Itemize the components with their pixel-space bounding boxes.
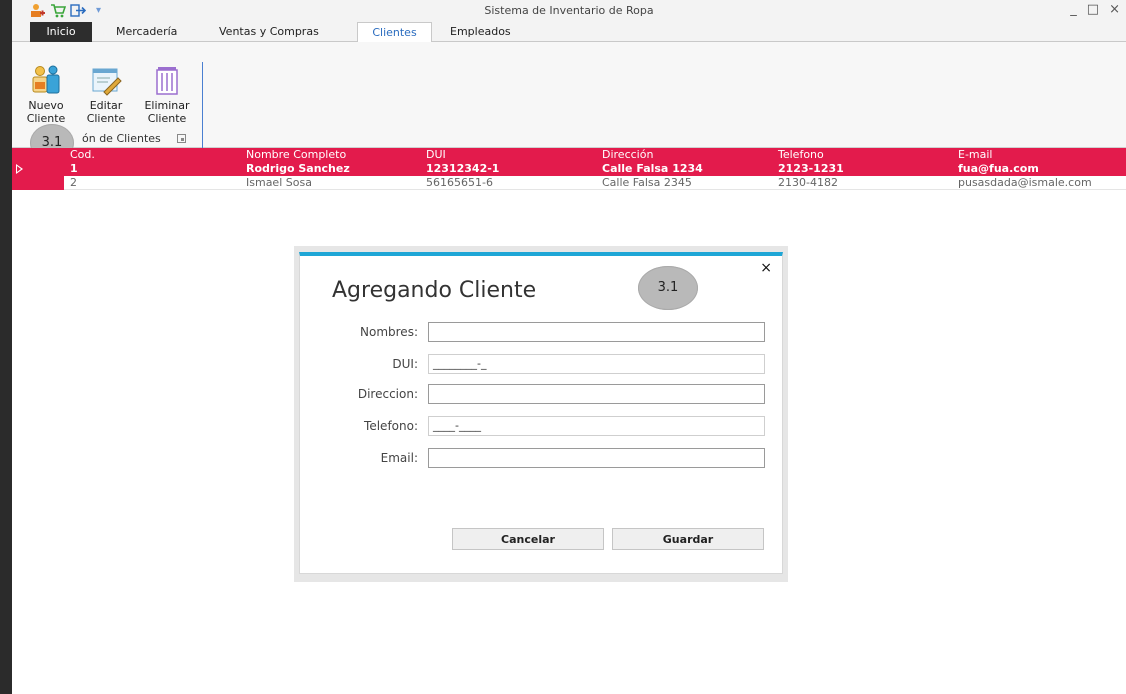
editar-cliente-button[interactable]: Editar Cliente: [86, 64, 126, 125]
row-indicator: [12, 176, 64, 190]
maximize-button[interactable]: □: [1087, 2, 1099, 17]
nombres-label: Nombres:: [360, 325, 418, 339]
eliminar-label-line2: Cliente: [147, 112, 187, 125]
tab-ventas-y-compras[interactable]: Ventas y Compras: [209, 22, 329, 42]
field-row-nombres: Nombres:: [300, 322, 784, 344]
eliminar-cliente-button[interactable]: Eliminar Cliente: [142, 64, 192, 125]
cell-direccion[interactable]: Calle Falsa 1234: [602, 162, 703, 176]
clients-grid: Cod. Nombre Completo DUI Dirección Telef…: [12, 148, 1126, 190]
nuevo-label-line2: Cliente: [26, 112, 66, 125]
field-row-direccion: Direccion:: [300, 384, 784, 406]
grid-header-row: Cod. Nombre Completo DUI Dirección Telef…: [12, 148, 1126, 162]
new-client-icon: [30, 64, 62, 96]
step-callout-dialog: 3.1: [638, 266, 698, 310]
cell-telefono[interactable]: 2130-4182: [778, 176, 838, 190]
column-header-cod[interactable]: Cod.: [70, 148, 95, 162]
ribbon-panel: Nuevo Cliente Editar Cliente Eliminar Cl…: [12, 42, 1126, 148]
ribbon-group-separator: [202, 62, 203, 148]
cell-direccion[interactable]: Calle Falsa 2345: [602, 176, 692, 190]
current-row-arrow-icon: [16, 164, 23, 174]
save-button[interactable]: Guardar: [612, 528, 764, 550]
dialog-close-button[interactable]: ×: [760, 260, 772, 276]
edit-client-icon: [90, 64, 122, 96]
direccion-label: Direccion:: [357, 387, 418, 401]
window-title: Sistema de Inventario de Ropa: [484, 4, 654, 17]
window-controls: _ □ ×: [1070, 2, 1120, 17]
ribbon-tabs: Inicio Mercadería Ventas y Compras Clien…: [12, 22, 1126, 43]
email-label: Email:: [380, 451, 418, 465]
field-row-email: Email:: [300, 448, 784, 470]
cell-cod[interactable]: 1: [70, 162, 78, 176]
cell-nombre[interactable]: Ismael Sosa: [246, 176, 312, 190]
eliminar-label-line1: Eliminar: [144, 99, 190, 112]
row-indicator: [12, 162, 64, 176]
table-row[interactable]: 1 Rodrigo Sanchez 12312342-1 Calle Falsa…: [12, 162, 1126, 176]
nombres-input[interactable]: [428, 322, 765, 342]
dialog-title: Agregando Cliente: [332, 278, 537, 303]
dui-label: DUI:: [392, 357, 418, 371]
title-bar: ▾ Sistema de Inventario de Ropa _ □ ×: [12, 0, 1126, 22]
nuevo-label-line1: Nuevo: [28, 99, 64, 112]
editar-label-line1: Editar: [89, 99, 123, 112]
tab-inicio[interactable]: Inicio: [30, 22, 92, 42]
direccion-input[interactable]: [428, 384, 765, 404]
cell-cod[interactable]: 2: [70, 176, 77, 190]
cancel-button[interactable]: Cancelar: [452, 528, 604, 550]
dialog-launcher-icon[interactable]: [177, 134, 186, 143]
minimize-button[interactable]: _: [1070, 2, 1077, 17]
telefono-label: Telefono:: [364, 419, 418, 433]
cell-email[interactable]: pusasdada@ismale.com: [958, 176, 1092, 190]
cell-email[interactable]: fua@fua.com: [958, 162, 1039, 176]
app-window: ▾ Sistema de Inventario de Ropa _ □ × In…: [12, 0, 1126, 694]
editar-label-line2: Cliente: [86, 112, 126, 125]
email-input[interactable]: [428, 448, 765, 468]
table-row[interactable]: 2 Ismael Sosa 56165651-6 Calle Falsa 234…: [12, 176, 1126, 190]
field-row-telefono: Telefono: ____-____: [300, 416, 784, 438]
close-button[interactable]: ×: [1109, 2, 1120, 17]
tab-empleados[interactable]: Empleados: [440, 22, 521, 42]
trash-icon: [151, 64, 183, 96]
dui-input[interactable]: ________-_: [428, 354, 765, 374]
tab-clientes[interactable]: Clientes: [357, 22, 432, 43]
column-header-nombre[interactable]: Nombre Completo: [246, 148, 346, 162]
ribbon-group-label: ón de Clientes: [82, 132, 161, 145]
nuevo-cliente-button[interactable]: Nuevo Cliente: [26, 64, 66, 125]
column-header-telefono[interactable]: Telefono: [778, 148, 824, 162]
cell-telefono[interactable]: 2123-1231: [778, 162, 844, 176]
left-edge-strip: [0, 0, 12, 694]
tab-mercaderia[interactable]: Mercadería: [106, 22, 187, 42]
cell-dui[interactable]: 56165651-6: [426, 176, 493, 190]
column-header-direccion[interactable]: Dirección: [602, 148, 653, 162]
telefono-input[interactable]: ____-____: [428, 416, 765, 436]
column-header-dui[interactable]: DUI: [426, 148, 446, 162]
cell-nombre[interactable]: Rodrigo Sanchez: [246, 162, 350, 176]
column-header-email[interactable]: E-mail: [958, 148, 993, 162]
cell-dui[interactable]: 12312342-1: [426, 162, 499, 176]
field-row-dui: DUI: ________-_: [300, 354, 784, 376]
add-client-dialog: × Agregando Cliente Nombres: DUI: ______…: [299, 252, 783, 574]
